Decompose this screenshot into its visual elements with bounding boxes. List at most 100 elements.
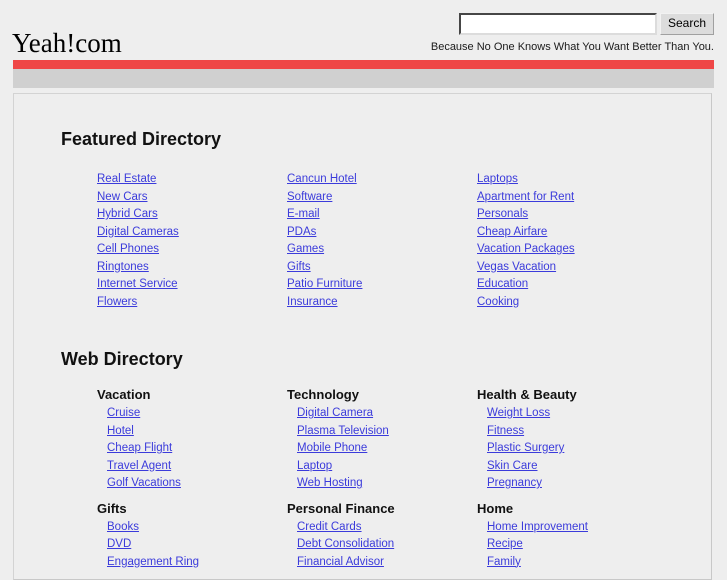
featured-link[interactable]: Digital Cameras [97, 226, 179, 238]
featured-link-list: Real Estate New Cars Hybrid Cars Digital… [97, 170, 287, 310]
web-link[interactable]: Home Improvement [487, 521, 588, 533]
list-item: Games [287, 240, 477, 258]
featured-link[interactable]: E-mail [287, 208, 320, 220]
web-link[interactable]: Cruise [107, 407, 140, 419]
web-link-list: Credit Cards Debt Consolidation Financia… [287, 518, 477, 571]
list-item: Cheap Airfare [477, 223, 667, 241]
web-link[interactable]: Digital Camera [297, 407, 373, 419]
list-item: Patio Furniture [287, 275, 477, 293]
search-button[interactable]: Search [659, 13, 714, 35]
list-item: Pregnancy [487, 474, 667, 492]
web-link[interactable]: Skin Care [487, 460, 538, 472]
web-link[interactable]: Golf Vacations [107, 477, 181, 489]
featured-link-list: Laptops Apartment for Rent Personals Che… [477, 170, 667, 310]
web-link-list: Home Improvement Recipe Family [477, 518, 667, 571]
web-link[interactable]: Credit Cards [297, 521, 362, 533]
web-link[interactable]: Pregnancy [487, 477, 542, 489]
web-link[interactable]: Mobile Phone [297, 442, 367, 454]
web-link[interactable]: DVD [107, 538, 131, 550]
list-item: Plastic Surgery [487, 439, 667, 457]
header-bars [13, 60, 714, 88]
list-item: Financial Advisor [297, 553, 477, 571]
web-link-list: Digital Camera Plasma Television Mobile … [287, 404, 477, 492]
web-link[interactable]: Debt Consolidation [297, 538, 394, 550]
list-item: Software [287, 188, 477, 206]
web-link[interactable]: Laptop [297, 460, 332, 472]
list-item: Family [487, 553, 667, 571]
featured-link[interactable]: Flowers [97, 296, 137, 308]
site-header: Yeah!com Search Because No One Knows Wha… [0, 0, 727, 60]
content-panel: Featured Directory Real Estate New Cars … [13, 93, 712, 580]
featured-link[interactable]: Laptops [477, 173, 518, 185]
featured-link[interactable]: Patio Furniture [287, 278, 362, 290]
featured-link[interactable]: Education [477, 278, 528, 290]
featured-link[interactable]: Cancun Hotel [287, 173, 357, 185]
web-link[interactable]: Travel Agent [107, 460, 171, 472]
web-column-1: Vacation Cruise Hotel Cheap Flight Trave… [97, 387, 287, 579]
list-item: Real Estate [97, 170, 287, 188]
list-item: PDAs [287, 223, 477, 241]
web-link[interactable]: Plastic Surgery [487, 442, 564, 454]
web-group-title: Home [477, 500, 514, 516]
featured-link[interactable]: Apartment for Rent [477, 191, 574, 203]
list-item: Hotel [107, 422, 287, 440]
featured-link[interactable]: Hybrid Cars [97, 208, 158, 220]
featured-link[interactable]: Insurance [287, 296, 338, 308]
web-link-list: Books DVD Engagement Ring [97, 518, 287, 571]
web-link[interactable]: Financial Advisor [297, 556, 384, 568]
featured-link[interactable]: Real Estate [97, 173, 156, 185]
list-item: Internet Service [97, 275, 287, 293]
list-item: Engagement Ring [107, 553, 287, 571]
list-item: New Cars [97, 188, 287, 206]
list-item: Insurance [287, 293, 477, 311]
web-link[interactable]: Web Hosting [297, 477, 363, 489]
featured-link[interactable]: Internet Service [97, 278, 178, 290]
list-item: Vegas Vacation [477, 258, 667, 276]
web-group: Technology Digital Camera Plasma Televis… [287, 387, 477, 492]
featured-link[interactable]: Cell Phones [97, 243, 159, 255]
list-item: Web Hosting [297, 474, 477, 492]
featured-link[interactable]: Ringtones [97, 261, 149, 273]
web-link[interactable]: Plasma Television [297, 425, 389, 437]
featured-link[interactable]: Cheap Airfare [477, 226, 547, 238]
list-item: Credit Cards [297, 518, 477, 536]
search-form: Search [431, 13, 714, 35]
web-group-title: Health & Beauty [477, 387, 577, 402]
featured-link[interactable]: Personals [477, 208, 528, 220]
featured-column-3: Laptops Apartment for Rent Personals Che… [477, 170, 667, 310]
web-link[interactable]: Recipe [487, 538, 523, 550]
featured-link[interactable]: Vegas Vacation [477, 261, 556, 273]
featured-column-1: Real Estate New Cars Hybrid Cars Digital… [97, 170, 287, 310]
list-item: Mobile Phone [297, 439, 477, 457]
search-input[interactable] [458, 13, 657, 35]
web-link[interactable]: Family [487, 556, 521, 568]
featured-link[interactable]: PDAs [287, 226, 316, 238]
list-item: Home Improvement [487, 518, 667, 536]
web-link[interactable]: Cheap Flight [107, 442, 172, 454]
featured-link[interactable]: New Cars [97, 191, 147, 203]
web-directory-section: Web Directory [14, 310, 711, 370]
list-item: E-mail [287, 205, 477, 223]
featured-column-2: Cancun Hotel Software E-mail PDAs Games … [287, 170, 477, 310]
web-link[interactable]: Fitness [487, 425, 524, 437]
featured-link[interactable]: Cooking [477, 296, 519, 308]
web-link[interactable]: Books [107, 521, 139, 533]
accent-bar [13, 60, 714, 69]
list-item: Vacation Packages [477, 240, 667, 258]
featured-link[interactable]: Vacation Packages [477, 243, 575, 255]
featured-link[interactable]: Gifts [287, 261, 311, 273]
featured-directory-columns: Real Estate New Cars Hybrid Cars Digital… [14, 150, 711, 310]
site-logo[interactable]: Yeah!com [12, 28, 122, 58]
web-link[interactable]: Engagement Ring [107, 556, 199, 568]
featured-link[interactable]: Software [287, 191, 332, 203]
list-item: Flowers [97, 293, 287, 311]
web-link-list: Weight Loss Fitness Plastic Surgery Skin… [477, 404, 667, 492]
featured-link[interactable]: Games [287, 243, 324, 255]
list-item: Cruise [107, 404, 287, 422]
web-directory-columns: Vacation Cruise Hotel Cheap Flight Trave… [14, 370, 711, 579]
list-item: Laptops [477, 170, 667, 188]
web-link[interactable]: Hotel [107, 425, 134, 437]
web-link[interactable]: Weight Loss [487, 407, 550, 419]
list-item: Travel Agent [107, 457, 287, 475]
nav-bar [13, 69, 714, 88]
